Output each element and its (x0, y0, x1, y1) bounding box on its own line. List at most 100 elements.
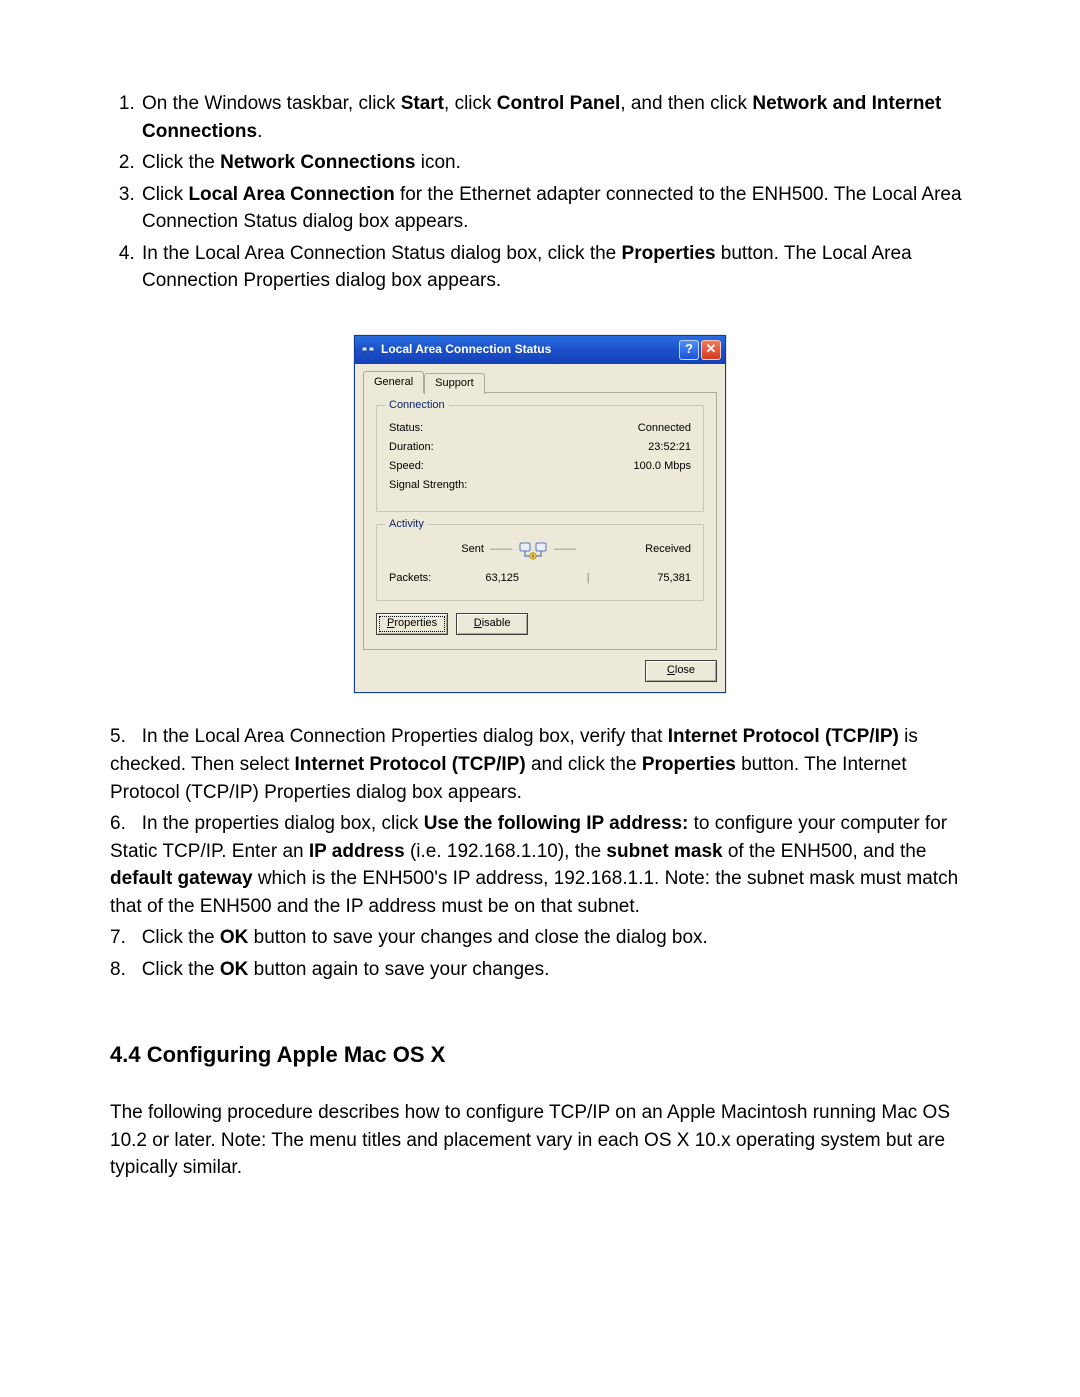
bold-text: Properties (622, 243, 716, 264)
titlebar[interactable]: Local Area Connection Status ? ✕ (355, 336, 725, 364)
text: . (257, 121, 262, 142)
step-number: 7. (110, 927, 126, 948)
bold-text: OK (220, 927, 249, 948)
group-label: Connection (385, 398, 449, 414)
activity-center: Sent —— (461, 537, 576, 563)
bold-text: subnet mask (606, 841, 722, 862)
close-button[interactable]: Close (645, 660, 717, 682)
packets-recv-value: 75,381 (657, 571, 691, 587)
value: 23:52:21 (648, 440, 691, 456)
text: button again to save your changes. (248, 959, 549, 980)
sent-label: Sent (461, 542, 484, 558)
bold-text: Start (401, 93, 444, 114)
spacer (389, 542, 392, 558)
title-text: Local Area Connection Status (381, 341, 551, 358)
bold-text: Use the following IP address: (424, 813, 689, 834)
tab-strip: General Support (363, 370, 717, 393)
value: 100.0 Mbps (634, 459, 691, 475)
label: Status: (389, 421, 423, 437)
label: Signal Strength: (389, 478, 467, 494)
step-7: 7. Click the OK button to save your chan… (110, 924, 970, 952)
text: Click the (142, 927, 220, 948)
step-3: Click Local Area Connection for the Ethe… (140, 181, 970, 236)
row-status: Status: Connected (389, 421, 691, 437)
activity-header: Sent —— (389, 537, 691, 563)
step-4: In the Local Area Connection Status dial… (140, 240, 970, 295)
step-number: 6. (110, 813, 126, 834)
bold-text: Control Panel (497, 93, 621, 114)
step-8: 8. Click the OK button again to save you… (110, 956, 970, 984)
properties-button[interactable]: Properties (376, 613, 448, 635)
button-label-rest: lose (675, 664, 695, 676)
sep-icon: —— (490, 542, 512, 558)
bold-text: OK (220, 959, 249, 980)
text: , and then click (620, 93, 752, 114)
group-connection: Connection Status: Connected Duration: 2… (376, 405, 704, 512)
text: Click (142, 184, 188, 205)
dialog-body: General Support Connection Status: Conne… (355, 364, 725, 693)
text: button to save your changes and close th… (248, 927, 707, 948)
packets-label: Packets: (389, 571, 431, 587)
disable-button[interactable]: Disable (456, 613, 528, 635)
packets-row: Packets: 63,125 | 75,381 (389, 571, 691, 587)
bold-text: Properties (642, 754, 736, 775)
steps-lower: 5. In the Local Area Connection Properti… (110, 723, 970, 983)
close-icon[interactable]: ✕ (701, 340, 721, 360)
sep-icon: —— (554, 542, 576, 558)
bold-text: Internet Protocol (TCP/IP) (294, 754, 525, 775)
text: icon. (415, 152, 460, 173)
text: and click the (526, 754, 642, 775)
tab-support[interactable]: Support (424, 373, 485, 394)
bold-text: IP address (309, 841, 405, 862)
tab-label: General (374, 376, 413, 388)
row-signal: Signal Strength: (389, 478, 691, 494)
text: of the ENH500, and the (723, 841, 927, 862)
row-speed: Speed: 100.0 Mbps (389, 459, 691, 475)
value: Connected (638, 421, 691, 437)
packets-sent-value: 63,125 (485, 571, 519, 587)
tab-label: Support (435, 377, 474, 389)
text: In the properties dialog box, click (142, 813, 424, 834)
mac-paragraph: The following procedure describes how to… (110, 1099, 970, 1182)
tab-content: Connection Status: Connected Duration: 2… (363, 392, 717, 651)
bold-text: default gateway (110, 868, 253, 889)
bold-text: Internet Protocol (TCP/IP) (668, 726, 899, 747)
received-label: Received (645, 542, 691, 558)
text: , click (444, 93, 497, 114)
text: On the Windows taskbar, click (142, 93, 401, 114)
step-2: Click the Network Connections icon. (140, 149, 970, 177)
group-activity: Activity Sent —— (376, 524, 704, 602)
button-label-rest: isable (482, 617, 511, 629)
titlebar-buttons: ? ✕ (679, 340, 721, 360)
help-button[interactable]: ? (679, 340, 699, 360)
document-page: On the Windows taskbar, click Start, cli… (0, 0, 1080, 1397)
xp-dialog: Local Area Connection Status ? ✕ General… (354, 335, 726, 694)
step-5: 5. In the Local Area Connection Properti… (110, 723, 970, 806)
bold-text: Network Connections (220, 152, 415, 173)
step-6: 6. In the properties dialog box, click U… (110, 810, 970, 920)
row-duration: Duration: 23:52:21 (389, 440, 691, 456)
step-1: On the Windows taskbar, click Start, cli… (140, 90, 970, 145)
steps-list-upper: On the Windows taskbar, click Start, cli… (110, 90, 970, 295)
label: Duration: (389, 440, 434, 456)
network-activity-icon (518, 537, 548, 563)
tab-general[interactable]: General (363, 371, 424, 393)
network-icon (361, 343, 375, 357)
group-label: Activity (385, 517, 428, 533)
label: Speed: (389, 459, 424, 475)
text: Click the (142, 959, 220, 980)
dialog-screenshot: Local Area Connection Status ? ✕ General… (110, 335, 970, 694)
button-row: Properties Disable (376, 613, 704, 635)
close-row: Close (363, 660, 717, 682)
step-number: 5. (110, 726, 126, 747)
section-heading-4-4: 4.4 Configuring Apple Mac OS X (110, 1039, 970, 1071)
title-left: Local Area Connection Status (361, 341, 551, 358)
step-number: 8. (110, 959, 126, 980)
text: (i.e. 192.168.1.10), the (405, 841, 607, 862)
text: Click the (142, 152, 220, 173)
text: In the Local Area Connection Properties … (142, 726, 668, 747)
packets-divider: | (573, 571, 603, 587)
button-label-rest: roperties (394, 617, 437, 629)
text: In the Local Area Connection Status dial… (142, 243, 622, 264)
bold-text: Local Area Connection (188, 184, 394, 205)
